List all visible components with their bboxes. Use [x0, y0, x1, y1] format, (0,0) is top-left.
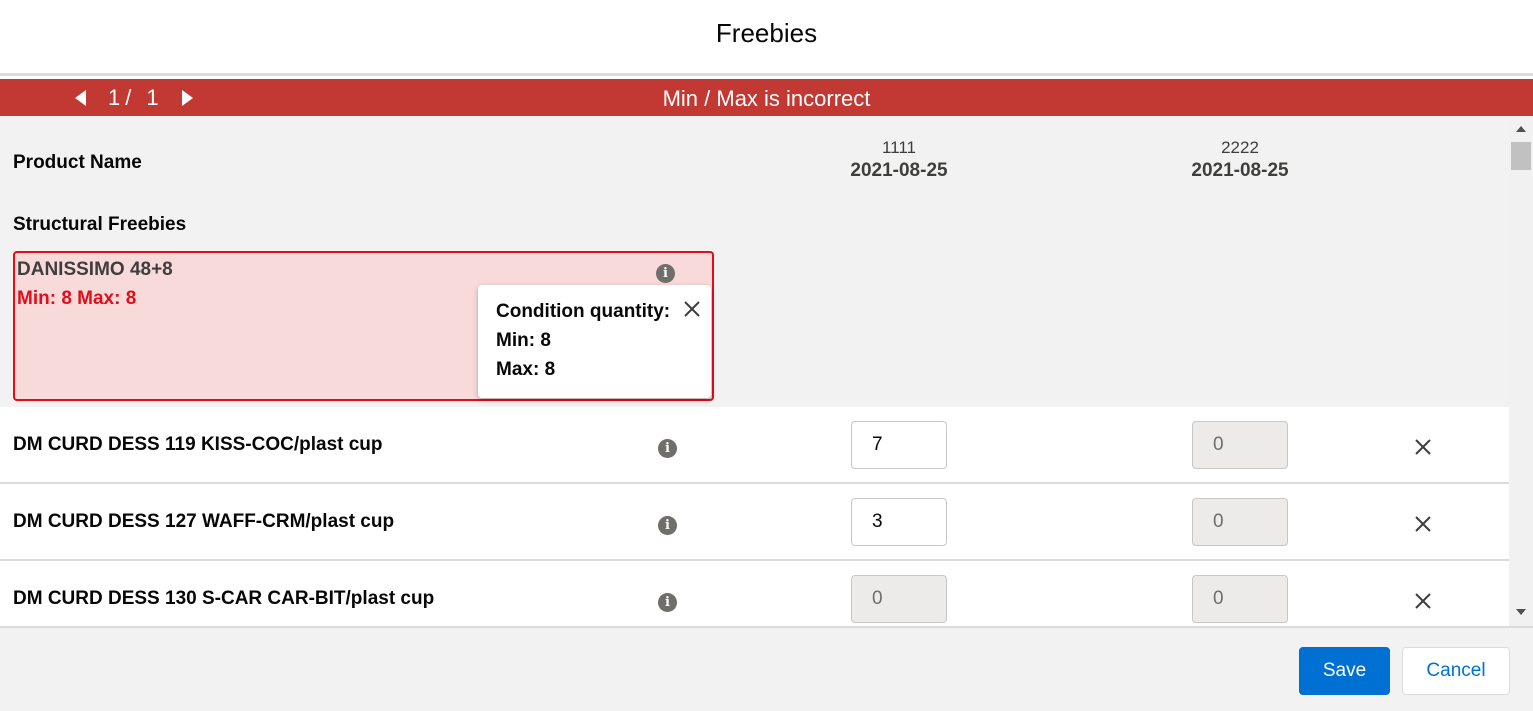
popover-min: Min: 8 — [496, 330, 551, 351]
popover-title: Condition quantity: — [496, 301, 671, 322]
date-column-1: 1111 2021-08-25 — [799, 138, 999, 182]
date-column-2: 2222 2021-08-25 — [1140, 138, 1340, 182]
quantity-input-disabled — [851, 575, 947, 623]
quantity-input-disabled — [1192, 575, 1288, 623]
modal-footer: Save Cancel — [0, 626, 1533, 711]
scrollbar[interactable] — [1509, 116, 1533, 626]
table-row: DM CURD DESS 127 WAFF-CRM/plast cup i — [0, 484, 1509, 561]
save-button[interactable]: Save — [1299, 647, 1390, 695]
scroll-thumb[interactable] — [1511, 142, 1531, 170]
error-message: Min / Max is incorrect — [662, 86, 871, 111]
scroll-up-icon[interactable] — [1516, 126, 1526, 132]
quantity-input[interactable] — [851, 498, 947, 546]
table-header: Product Name 1111 2021-08-25 2222 2021-0… — [0, 116, 1509, 204]
info-icon[interactable]: i — [656, 264, 675, 283]
popover-max: Max: 8 — [496, 359, 556, 380]
error-product-min-max: Min: 8 Max: 8 — [17, 288, 137, 309]
condition-quantity-popover: Condition quantity: Min: 8 Max: 8 — [478, 285, 711, 398]
quantity-input-disabled — [1192, 421, 1288, 469]
structural-freebies-section: Structural Freebies DANISSIMO 48+8 Min: … — [0, 204, 1509, 407]
modal-title: Freebies — [715, 18, 818, 48]
product-name-header: Product Name — [13, 152, 142, 173]
info-icon[interactable]: i — [658, 593, 677, 612]
remove-row-icon[interactable] — [1413, 591, 1433, 611]
quantity-input-disabled — [1192, 498, 1288, 546]
date-column-code: 1111 — [881, 138, 917, 157]
remove-row-icon[interactable] — [1413, 514, 1433, 534]
row-product-name: DM CURD DESS 127 WAFF-CRM/plast cup — [13, 511, 395, 532]
remove-row-icon[interactable] — [1413, 437, 1433, 457]
quantity-input[interactable] — [851, 421, 947, 469]
cancel-button[interactable]: Cancel — [1402, 647, 1510, 695]
table-row: DM CURD DESS 119 KISS-COC/plast cup i — [0, 407, 1509, 484]
modal-header: Freebies — [0, 0, 1533, 76]
info-icon[interactable]: i — [658, 439, 677, 458]
date-column-date: 2021-08-25 — [1191, 160, 1289, 181]
row-product-name: DM CURD DESS 130 S-CAR CAR-BIT/plast cup — [13, 588, 435, 609]
error-bar: 1 / 1 Min / Max is incorrect — [0, 79, 1533, 116]
date-column-code: 2222 — [1221, 138, 1259, 157]
date-column-date: 2021-08-25 — [850, 160, 948, 181]
error-product-name: DANISSIMO 48+8 — [17, 259, 173, 280]
section-title: Structural Freebies — [13, 214, 187, 235]
info-icon[interactable]: i — [658, 516, 677, 535]
row-product-name: DM CURD DESS 119 KISS-COC/plast cup — [13, 434, 383, 455]
freebies-table: Product Name 1111 2021-08-25 2222 2021-0… — [0, 116, 1509, 626]
close-icon[interactable] — [682, 299, 702, 319]
scroll-down-icon[interactable] — [1516, 609, 1526, 615]
table-row: DM CURD DESS 130 S-CAR CAR-BIT/plast cup… — [0, 561, 1509, 626]
